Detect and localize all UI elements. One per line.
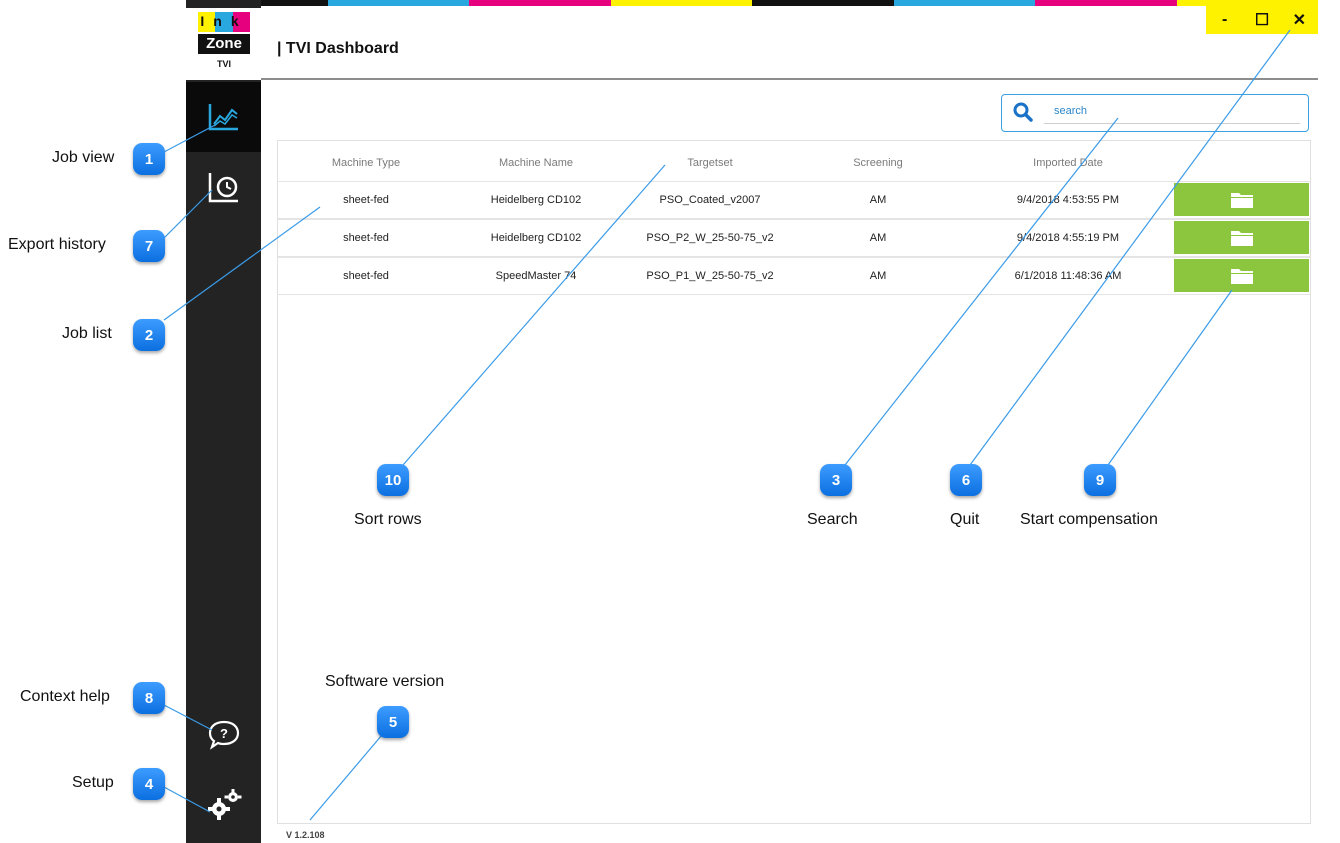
cell-imported-date: 9/4/2018 4:53:55 PM [1016,194,1120,206]
callout-badge-start-compensation: 9 [1084,464,1116,496]
callout-badge-setup: 4 [133,768,165,800]
close-button[interactable]: ✕ [1285,10,1313,30]
sidebar: Ink Zone TVI ? [186,0,261,843]
page-title: | TVI Dashboard [277,40,399,57]
job-list-table: Machine Type Machine Name Targetset Scre… [277,140,1311,824]
history-icon [208,173,238,203]
search-icon [1013,102,1033,122]
callout-badge-export-history: 7 [133,230,165,262]
callout-badge-job-list: 2 [133,319,165,351]
callout-label-software-version: Software version [325,673,445,690]
cell-targetset: PSO_P2_W_25-50-75_v2 [646,232,774,244]
cell-machine-name: Heidelberg CD102 [490,232,582,244]
callout-label-context-help: Context help [20,688,110,705]
header: | TVI Dashboard [261,6,1318,78]
callout-badge-context-help: 8 [133,682,165,714]
search-input[interactable]: search [1054,105,1087,117]
cell-machine-type: sheet-fed [343,232,389,244]
callout-label-quit: Quit [950,511,980,528]
callout-label-sort-rows: Sort rows [354,511,422,528]
software-version: V 1.2.108 [286,830,325,840]
cell-screening: AM [869,194,887,206]
cell-targetset: PSO_P1_W_25-50-75_v2 [646,270,774,282]
app-window: Ink Zone TVI ? | TVI Dashboard - ☐ ✕ sea… [186,0,1318,843]
callout-badge-software-version: 5 [377,706,409,738]
cell-imported-date: 9/4/2018 4:55:19 PM [1016,232,1120,244]
callout-label-setup: Setup [72,774,114,791]
logo-text-ink: Ink [200,13,248,29]
folder-icon [1230,268,1253,284]
column-header-machine-name[interactable]: Machine Name [476,157,596,169]
table-row[interactable]: sheet-fed SpeedMaster 74 PSO_P1_W_25-50-… [278,257,1310,295]
cell-screening: AM [869,232,887,244]
minimize-button[interactable]: - [1211,11,1239,29]
nav-job-view[interactable] [186,82,261,152]
cell-machine-type: sheet-fed [343,194,389,206]
cell-machine-name: Heidelberg CD102 [490,194,582,206]
search-field[interactable]: search [1001,94,1309,132]
folder-icon [1230,192,1253,208]
svg-text:?: ? [220,726,228,741]
start-compensation-button[interactable] [1174,183,1309,216]
chart-icon [208,104,238,131]
folder-icon [1230,230,1253,246]
column-header-imported-date[interactable]: Imported Date [1008,157,1128,169]
cell-machine-type: sheet-fed [343,270,389,282]
help-icon: ? [208,720,239,750]
column-header-machine-type[interactable]: Machine Type [316,157,416,169]
callout-label-search: Search [807,511,858,528]
cell-imported-date: 6/1/2018 11:48:36 AM [1014,270,1122,282]
callout-badge-search: 3 [820,464,852,496]
nav-context-help[interactable]: ? [186,700,261,770]
callout-badge-job-view: 1 [133,143,165,175]
start-compensation-button[interactable] [1174,221,1309,254]
callout-badge-quit: 6 [950,464,982,496]
table-row[interactable]: sheet-fed Heidelberg CD102 PSO_P2_W_25-5… [278,219,1310,257]
search-underline [1044,123,1300,124]
nav-setup[interactable] [186,770,261,840]
cell-machine-name: SpeedMaster 74 [495,270,577,282]
cell-targetset: PSO_Coated_v2007 [659,194,761,206]
callout-label-job-list: Job list [62,325,112,342]
cell-screening: AM [869,270,887,282]
nav-export-history[interactable] [186,152,261,222]
logo-text-tvi: TVI [216,59,231,69]
column-header-targetset[interactable]: Targetset [650,157,770,169]
column-header-screening[interactable]: Screening [828,157,928,169]
callout-label-job-view: Job view [52,149,115,166]
inkzone-logo: Ink Zone TVI [186,8,261,80]
table-row[interactable]: sheet-fed Heidelberg CD102 PSO_Coated_v2… [278,181,1310,219]
logo-text-zone: Zone [206,35,242,52]
start-compensation-button[interactable] [1174,259,1309,292]
callout-badge-sort-rows: 10 [377,464,409,496]
callout-label-export-history: Export history [8,236,106,253]
gears-icon [207,789,241,820]
maximize-button[interactable]: ☐ [1248,10,1276,30]
header-divider [261,78,1318,80]
callout-label-start-compensation: Start compensation [1020,511,1158,528]
window-controls: - ☐ ✕ [1206,6,1318,34]
